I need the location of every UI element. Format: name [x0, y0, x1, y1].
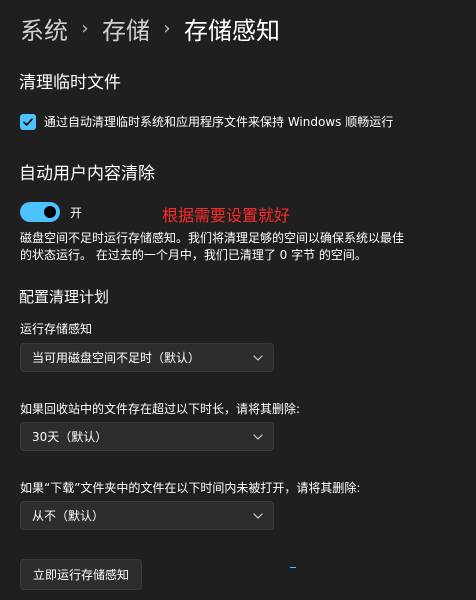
toggle-state-label: 开	[70, 205, 83, 220]
select-value: 当可用磁盘空间不足时（默认）	[32, 351, 201, 365]
recycle-bin-label: 如果回收站中的文件存在超过以下时长，请将其删除:	[20, 402, 301, 416]
annotation-text: 根据需要设置就好	[162, 206, 291, 225]
storage-sense-toggle-row: 开	[20, 202, 82, 222]
chevron-down-icon	[253, 433, 263, 440]
section-title-temp-files: 清理临时文件	[19, 73, 121, 93]
temp-files-checkbox-row[interactable]: 通过自动清理临时系统和应用程序文件来保持 Windows 顺畅运行	[20, 113, 393, 130]
breadcrumb-separator: ›	[81, 17, 89, 39]
recycle-bin-select[interactable]: 30天（默认）	[20, 422, 274, 451]
checkmark-icon	[23, 117, 33, 126]
temp-files-checkbox[interactable]	[20, 113, 36, 130]
run-storage-sense-select[interactable]: 当可用磁盘空间不足时（默认）	[20, 343, 274, 372]
run-storage-sense-label: 运行存储感知	[20, 322, 93, 336]
chevron-down-icon	[253, 512, 263, 519]
description-line: 磁盘空间不足时运行存储感知。我们将清理足够的空间以确保系统以最佳	[20, 231, 405, 245]
section-title-schedule: 配置清理计划	[19, 288, 110, 306]
storage-sense-description: 磁盘空间不足时运行存储感知。我们将清理足够的空间以确保系统以最佳 的状态运行。 …	[20, 230, 460, 264]
select-value: 从不（默认）	[32, 509, 105, 523]
chevron-down-icon	[253, 354, 263, 361]
downloads-folder-select[interactable]: 从不（默认）	[20, 501, 274, 530]
select-value: 30天（默认）	[32, 430, 108, 444]
run-storage-sense-now-button[interactable]: 立即运行存储感知	[20, 559, 143, 590]
description-line: 的状态运行。 在过去的一个月中，我们已清理了 0 字节 的空间。	[20, 248, 367, 262]
breadcrumb-item-storage[interactable]: 存储	[102, 11, 150, 46]
storage-sense-toggle[interactable]	[20, 202, 60, 222]
decorative-mark	[290, 567, 296, 568]
breadcrumb: 系统 › 存储 › 存储感知	[20, 10, 280, 46]
section-title-auto-cleanup: 自动用户内容清除	[19, 164, 155, 184]
toggle-knob	[44, 206, 56, 218]
breadcrumb-separator: ›	[163, 17, 171, 39]
page-title: 存储感知	[184, 16, 280, 45]
temp-files-checkbox-label: 通过自动清理临时系统和应用程序文件来保持 Windows 顺畅运行	[44, 115, 394, 129]
breadcrumb-item-system[interactable]: 系统	[20, 11, 68, 46]
downloads-folder-label: 如果“下载”文件夹中的文件在以下时间内未被打开，请将其删除:	[20, 481, 361, 495]
